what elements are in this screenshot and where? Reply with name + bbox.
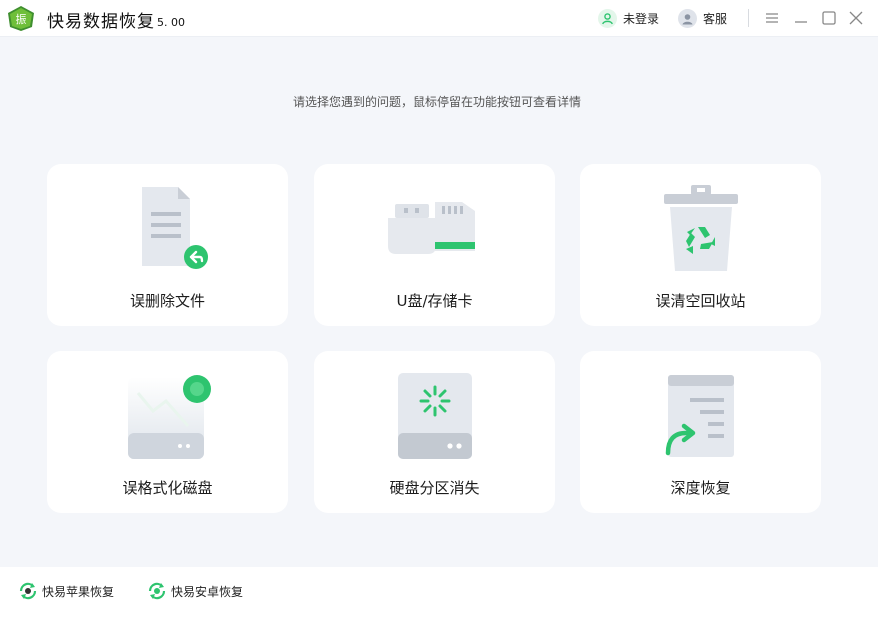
card-label: U盘/存储卡 (396, 292, 473, 310)
card-deep-recovery[interactable]: 深度恢复 (580, 351, 821, 513)
card-label: 误格式化磁盘 (122, 479, 213, 497)
card-label: 硬盘分区消失 (389, 479, 480, 497)
title-bar: 振 快易数据恢复 5. 00 未登录 客服 (0, 0, 878, 37)
maximize-icon[interactable] (821, 10, 837, 26)
customer-service-button[interactable]: 客服 (678, 8, 727, 28)
sync-icon (148, 582, 166, 600)
menu-icon[interactable] (764, 10, 780, 26)
instruction-hint: 请选择您遇到的问题，鼠标停留在功能按钮可查看详情 (292, 95, 581, 109)
user-icon (598, 8, 617, 28)
app-title: 快易数据恢复 (47, 12, 155, 32)
app-logo-text: 振 (16, 12, 27, 26)
app-version: 5. 00 (157, 16, 185, 29)
usb-sdcard-icon (387, 202, 475, 254)
recycle-bin-icon (663, 185, 738, 271)
android-recovery-link[interactable]: 快易安卓恢复 (147, 581, 243, 601)
title-separator (748, 9, 749, 27)
card-label: 深度恢复 (670, 479, 731, 497)
close-icon[interactable] (848, 10, 864, 26)
card-label: 误删除文件 (129, 292, 205, 310)
android-recovery-label: 快易安卓恢复 (171, 584, 244, 599)
card-usb-storage[interactable]: U盘/存储卡 (314, 164, 555, 326)
login-label: 未登录 (623, 11, 660, 26)
apple-recovery-label: 快易苹果恢复 (42, 584, 115, 599)
card-recycle-bin[interactable]: 误清空回收站 (580, 164, 821, 326)
footer-bar: 快易苹果恢复 快易安卓恢复 (0, 567, 878, 618)
card-formatted-disk[interactable]: 误格式化磁盘 (47, 351, 288, 513)
card-deleted-files[interactable]: 误删除文件 (47, 164, 288, 326)
card-label: 误清空回收站 (655, 292, 746, 310)
card-partition-lost[interactable]: 硬盘分区消失 (314, 351, 555, 513)
service-label: 客服 (703, 11, 728, 26)
headset-icon (678, 8, 697, 28)
file-restore-icon (141, 187, 208, 269)
minimize-icon[interactable] (793, 10, 809, 26)
apple-recovery-link[interactable]: 快易苹果恢复 (18, 581, 114, 601)
app-logo-icon: 振 (8, 6, 34, 31)
sync-icon (19, 582, 37, 600)
formatted-disk-icon (127, 375, 211, 459)
deep-recovery-icon (665, 375, 734, 457)
hard-disk-partition-icon (397, 373, 472, 459)
login-button[interactable]: 未登录 (598, 8, 659, 28)
